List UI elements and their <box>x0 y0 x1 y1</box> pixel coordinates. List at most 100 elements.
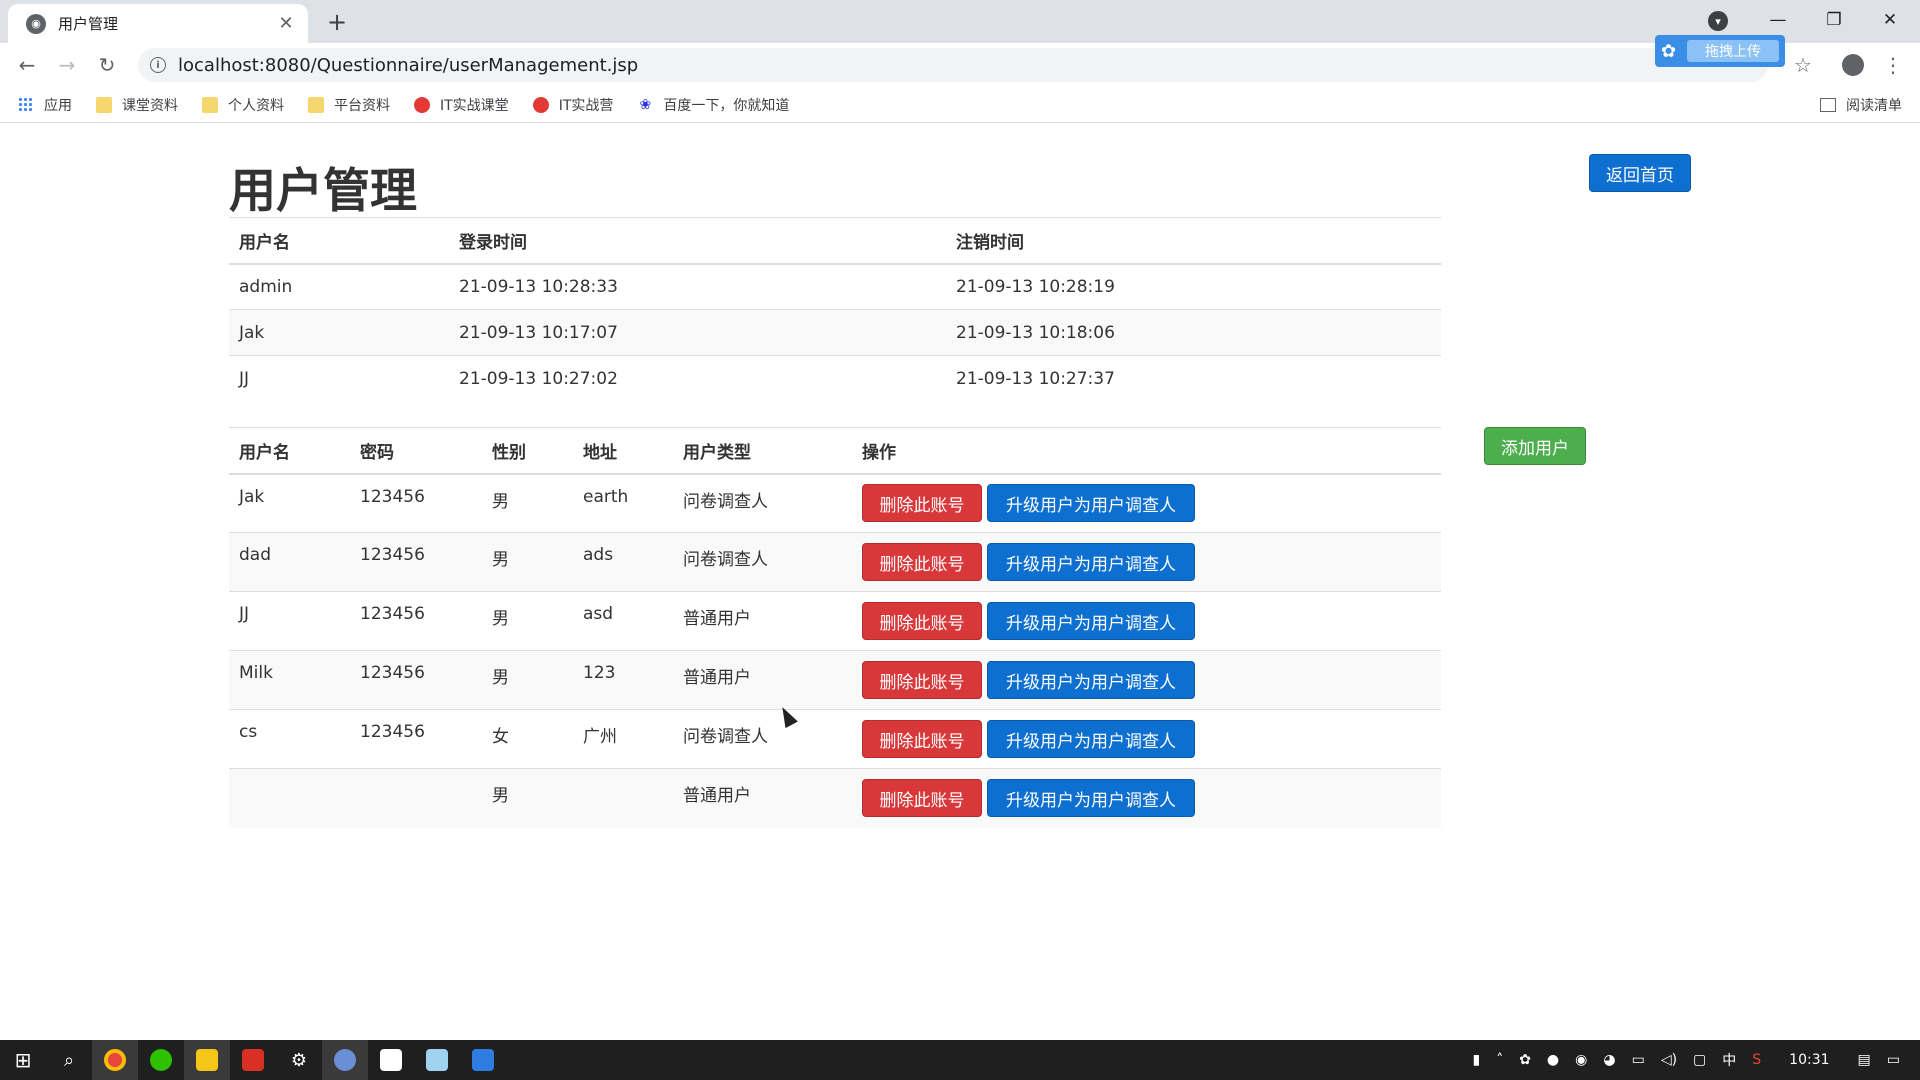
bookmark-platform-materials[interactable]: 平台资料 <box>308 95 390 115</box>
table-row: JJ 123456 男 asd 普通用户 删除此账号 升级用户为用户调查人 <box>229 591 1441 651</box>
address-bar[interactable]: i localhost:8080/Questionnaire/userManag… <box>138 48 1768 82</box>
tab-search-icon[interactable]: ▾ <box>1708 11 1728 31</box>
actions-cell: 删除此账号 升级用户为用户调查人 <box>852 591 1441 651</box>
logout-time-cell: 21-09-13 10:27:37 <box>946 355 1441 402</box>
file-explorer-icon[interactable] <box>184 1040 230 1080</box>
user-type-cell: 普通用户 <box>673 650 852 710</box>
user-type-cell: 普通用户 <box>673 591 852 651</box>
notification-icon[interactable]: ▭ <box>1887 1052 1900 1068</box>
app-icon[interactable] <box>368 1040 414 1080</box>
address-cell: 123 <box>573 650 673 710</box>
wechat-tray-icon[interactable]: ◉ <box>1575 1052 1587 1068</box>
page-title: 用户管理 <box>229 164 417 219</box>
restore-icon[interactable]: ❐ <box>1806 0 1862 40</box>
chrome-icon[interactable] <box>92 1040 138 1080</box>
delete-account-button[interactable]: 删除此账号 <box>862 779 982 818</box>
notes-icon[interactable]: ▤ <box>1858 1052 1871 1068</box>
username-cell: cs <box>229 709 350 769</box>
bookmark-star-icon[interactable]: ☆ <box>1788 50 1818 80</box>
clock[interactable]: 10:31 <box>1789 1052 1829 1068</box>
address-cell: asd <box>573 591 673 651</box>
bookmark-it-camp[interactable]: IT实战营 <box>532 95 613 115</box>
settings-gear-icon[interactable]: ⚙ <box>276 1040 322 1080</box>
volume-icon[interactable]: ◁) <box>1661 1052 1677 1068</box>
wechat-icon[interactable] <box>138 1040 184 1080</box>
app-icon[interactable] <box>460 1040 506 1080</box>
profile-icon[interactable] <box>1838 50 1868 80</box>
delete-account-button[interactable]: 删除此账号 <box>862 661 982 699</box>
password-cell <box>350 768 482 828</box>
delete-account-button[interactable]: 删除此账号 <box>862 720 982 758</box>
delete-account-button[interactable]: 删除此账号 <box>862 484 982 523</box>
close-icon[interactable]: ✕ <box>276 13 296 34</box>
username-cell: admin <box>229 263 449 310</box>
delete-account-button[interactable]: 删除此账号 <box>862 602 982 640</box>
login-time-cell: 21-09-13 10:27:02 <box>449 355 946 402</box>
column-header: 地址 <box>573 427 673 475</box>
home-button[interactable]: 返回首页 <box>1589 154 1691 192</box>
browser-toolbar: ← → ↻ i localhost:8080/Questionnaire/use… <box>0 43 1920 87</box>
back-icon[interactable]: ← <box>12 50 42 80</box>
reading-list[interactable]: 阅读清单 <box>1820 87 1902 123</box>
chevron-up-icon[interactable]: ˄ <box>1496 1052 1503 1068</box>
bookmark-course-materials[interactable]: 课堂资料 <box>96 95 178 115</box>
app-icon[interactable] <box>414 1040 460 1080</box>
upgrade-user-button[interactable]: 升级用户为用户调查人 <box>987 720 1195 758</box>
delete-account-button[interactable]: 删除此账号 <box>862 543 982 581</box>
shield-icon <box>532 96 549 113</box>
actions-cell: 删除此账号 升级用户为用户调查人 <box>852 709 1441 769</box>
column-header: 用户名 <box>229 427 350 475</box>
windows-start-icon[interactable]: ⊞ <box>0 1040 46 1080</box>
upload-widget[interactable]: ✿ 拖拽上传 <box>1655 35 1785 67</box>
username-cell <box>229 768 350 828</box>
upload-button[interactable]: 拖拽上传 <box>1687 40 1779 62</box>
upgrade-user-button[interactable]: 升级用户为用户调查人 <box>987 779 1195 818</box>
microphone-icon[interactable]: ● <box>1547 1052 1559 1068</box>
search-icon[interactable]: ⌕ <box>46 1040 92 1080</box>
bookmark-personal-materials[interactable]: 个人资料 <box>202 95 284 115</box>
reload-icon[interactable]: ↻ <box>92 50 122 80</box>
bookmark-it-classroom[interactable]: IT实战课堂 <box>414 95 509 115</box>
shield-icon <box>414 96 430 113</box>
qq-icon[interactable]: ◕ <box>1603 1052 1615 1068</box>
system-tray: ▮ ˄ ✿ ● ◉ ◕ ▭ ◁) ▢ 中 S 10:31 ▤ ▭ <box>1464 1040 1920 1080</box>
column-header: 性别 <box>482 427 573 475</box>
sogou-icon[interactable]: S <box>1752 1052 1761 1068</box>
actions-cell: 删除此账号 升级用户为用户调查人 <box>852 532 1441 592</box>
user-type-cell: 问卷调查人 <box>673 473 852 533</box>
column-header: 操作 <box>852 427 1441 475</box>
user-type-cell: 问卷调查人 <box>673 532 852 592</box>
cloud-icon: ✿ <box>1661 40 1677 62</box>
add-user-button[interactable]: 添加用户 <box>1484 427 1586 465</box>
tab-title: 用户管理 <box>58 15 119 33</box>
tray-app-icon[interactable]: ✿ <box>1519 1052 1531 1068</box>
upgrade-user-button[interactable]: 升级用户为用户调查人 <box>987 602 1195 640</box>
gender-cell: 女 <box>482 709 573 769</box>
password-cell: 123456 <box>350 650 482 710</box>
upgrade-user-button[interactable]: 升级用户为用户调查人 <box>987 661 1195 699</box>
power-icon[interactable]: ▭ <box>1632 1052 1645 1068</box>
gender-cell: 男 <box>482 768 573 828</box>
bookmark-baidu[interactable]: ❀ 百度一下，你就知道 <box>637 95 790 115</box>
upgrade-user-button[interactable]: 升级用户为用户调查人 <box>987 484 1195 523</box>
battery-icon[interactable]: ▮ <box>1472 1052 1480 1068</box>
url-text[interactable]: localhost:8080/Questionnaire/userManagem… <box>178 55 638 76</box>
bookmark-apps[interactable]: 应用 <box>18 95 72 115</box>
info-icon[interactable]: i <box>150 57 166 73</box>
actions-cell: 删除此账号 升级用户为用户调查人 <box>852 650 1441 710</box>
minimize-icon[interactable]: — <box>1750 0 1806 40</box>
menu-icon[interactable]: ⋮ <box>1878 50 1908 80</box>
username-cell: Milk <box>229 650 350 710</box>
window-close-icon[interactable]: ✕ <box>1862 0 1918 40</box>
wps-icon[interactable] <box>230 1040 276 1080</box>
network-icon[interactable]: ▢ <box>1693 1052 1706 1068</box>
new-tab-icon[interactable]: + <box>322 8 352 38</box>
browser-tab[interactable]: ◉ 用户管理 ✕ <box>8 4 308 43</box>
password-cell: 123456 <box>350 709 482 769</box>
app-icon[interactable] <box>322 1040 368 1080</box>
user-table: 用户名 密码 性别 地址 用户类型 操作 Jak 123456 男 earth … <box>229 427 1441 828</box>
user-type-cell: 普通用户 <box>673 768 852 828</box>
ime-indicator[interactable]: 中 <box>1722 1050 1736 1070</box>
forward-icon[interactable]: → <box>52 50 82 80</box>
upgrade-user-button[interactable]: 升级用户为用户调查人 <box>987 543 1195 581</box>
